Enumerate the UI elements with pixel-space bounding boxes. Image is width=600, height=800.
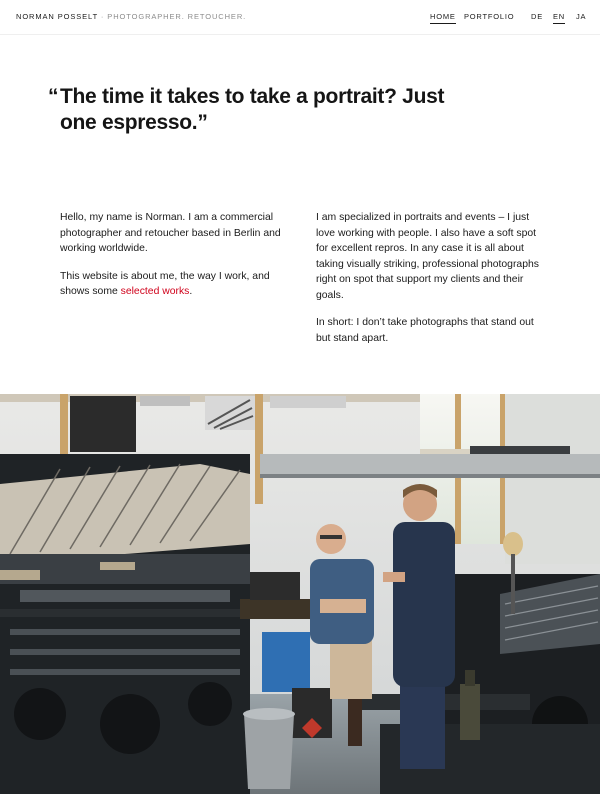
selected-works-link[interactable]: selected works xyxy=(121,286,190,297)
brand-name[interactable]: NORMAN POSSELT xyxy=(16,12,98,21)
brand-tagline: PHOTOGRAPHER. RETOUCHER. xyxy=(107,12,247,21)
intro-text-end: . xyxy=(189,286,193,297)
quote-open-mark: “ xyxy=(48,85,59,108)
intro-paragraph-website: This website is about me, the way I work… xyxy=(60,269,285,300)
hero-photo xyxy=(0,394,600,794)
language-en-link[interactable]: EN xyxy=(553,12,566,24)
specialization-paragraph: I am specialized in portraits and events… xyxy=(316,212,539,301)
nav-home-link[interactable]: HOME xyxy=(430,12,456,24)
nav-portfolio-link[interactable]: PORTFOLIO xyxy=(464,12,514,23)
intro-paragraph: Hello, my name is Norman. I am a commerc… xyxy=(60,212,281,254)
quote-line-1: The time it takes to take a portrait? Ju… xyxy=(60,85,445,108)
brand[interactable]: NORMAN POSSELT · PHOTOGRAPHER. RETOUCHER… xyxy=(16,12,246,21)
brand-separator: · xyxy=(100,12,105,21)
language-de-link[interactable]: DE xyxy=(531,12,543,23)
quote-line-2: one espresso.” xyxy=(60,111,208,134)
site-header: NORMAN POSSELT · PHOTOGRAPHER. RETOUCHER… xyxy=(0,0,600,35)
summary-paragraph: In short: I don’t take photographs that … xyxy=(316,317,534,344)
intro-left-column: Hello, my name is Norman. I am a commerc… xyxy=(60,210,285,312)
language-ja-link[interactable]: JA xyxy=(576,12,586,23)
print-workshop-photo xyxy=(0,394,600,794)
intro-right-column: I am specialized in portraits and events… xyxy=(316,210,544,358)
